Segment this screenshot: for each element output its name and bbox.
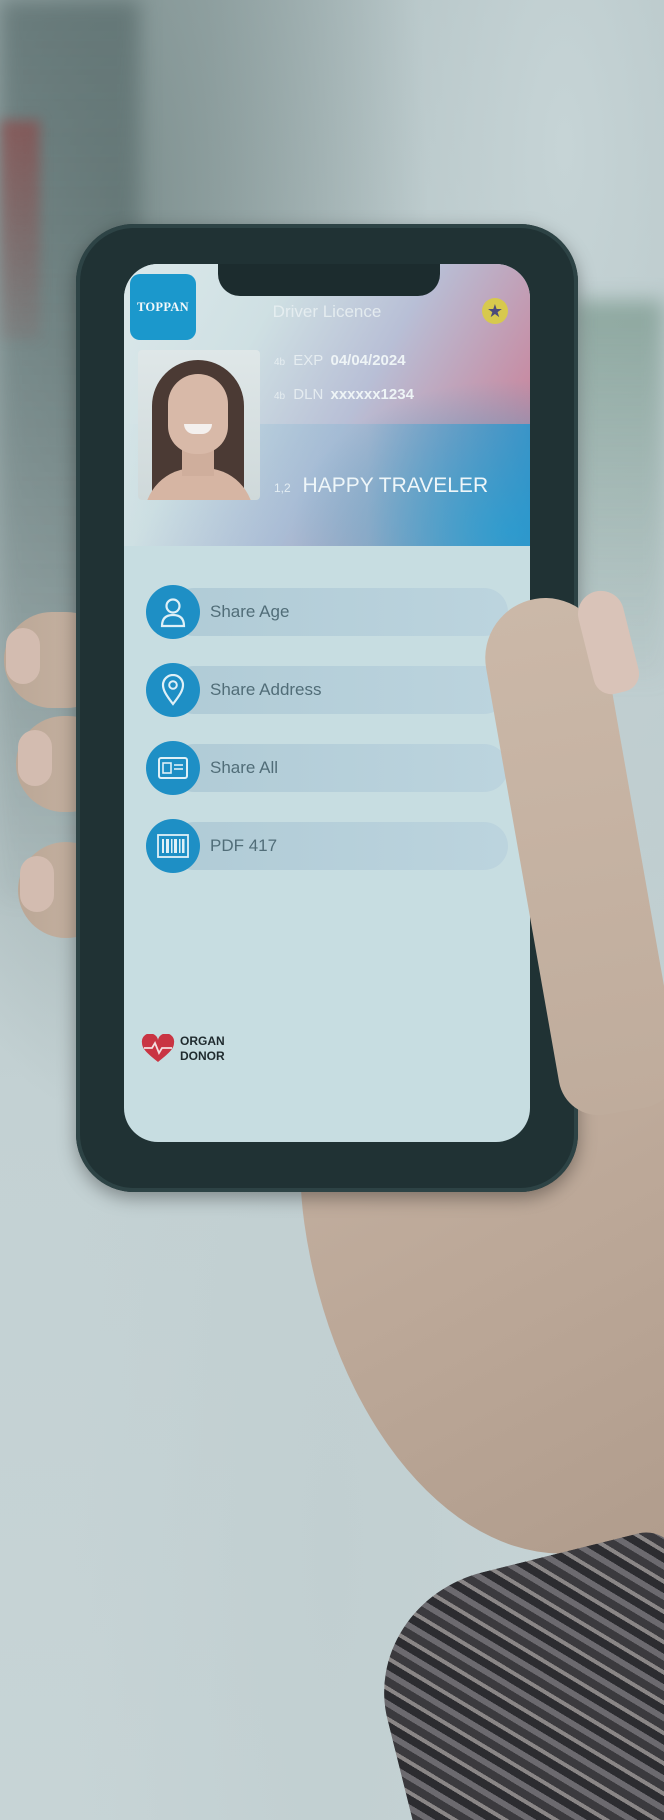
organ-donor-badge: ORGAN DONOR [140,1034,225,1064]
holder-name: HAPPY TRAVELER [302,474,489,497]
field-code: 4b [274,391,286,402]
share-actions-list: Share Age Share Address Share All PDF 41… [146,584,508,896]
organ-donor-line2: DONOR [180,1049,225,1063]
share-all-button[interactable]: Share All [146,740,508,796]
issuer-logo: TOPPAN [130,274,196,340]
holder-name-row: 1,2 HAPPY TRAVELER [274,474,488,498]
field-label: EXP [293,352,324,369]
share-age-label: Share Age [210,602,290,621]
share-age-button[interactable]: Share Age [146,584,508,640]
expiry-value: 04/04/2024 [330,352,406,369]
field-code: 4b [274,357,286,368]
finger-nail [18,730,52,786]
field-code: 1,2 [274,481,291,495]
id-card-icon [146,741,200,795]
finger-nail [20,856,54,912]
share-address-button[interactable]: Share Address [146,662,508,718]
share-all-label: Share All [210,758,279,777]
coat-sleeve [358,1525,664,1820]
field-label: DLN [293,386,324,403]
location-pin-icon [146,663,200,717]
pdf417-button[interactable]: PDF 417 [146,818,508,874]
driver-licence-card[interactable]: TOPPAN Driver Licence ★ 4b EXP 04/04/202… [124,264,530,546]
photo-scene: TOPPAN Driver Licence ★ 4b EXP 04/04/202… [0,0,664,1820]
heart-pulse-icon [141,1034,175,1062]
dln-value: xxxxxx1234 [330,386,414,403]
photo-face [168,374,228,454]
expiry-row: 4b EXP 04/04/2024 [274,352,406,369]
phone-notch [218,264,440,296]
share-address-label: Share Address [210,680,322,699]
barcode-icon [146,819,200,873]
star-icon[interactable]: ★ [482,298,508,324]
pdf417-label: PDF 417 [210,836,278,855]
background-blur-red [0,120,40,340]
holder-photo [138,350,260,500]
dln-row: 4b DLN xxxxxx1234 [274,386,414,403]
person-icon [146,585,200,639]
phone-screen: TOPPAN Driver Licence ★ 4b EXP 04/04/202… [124,264,530,1142]
organ-donor-line1: ORGAN [180,1034,225,1048]
organ-donor-text: ORGAN DONOR [180,1034,225,1064]
finger-nail [6,628,40,684]
